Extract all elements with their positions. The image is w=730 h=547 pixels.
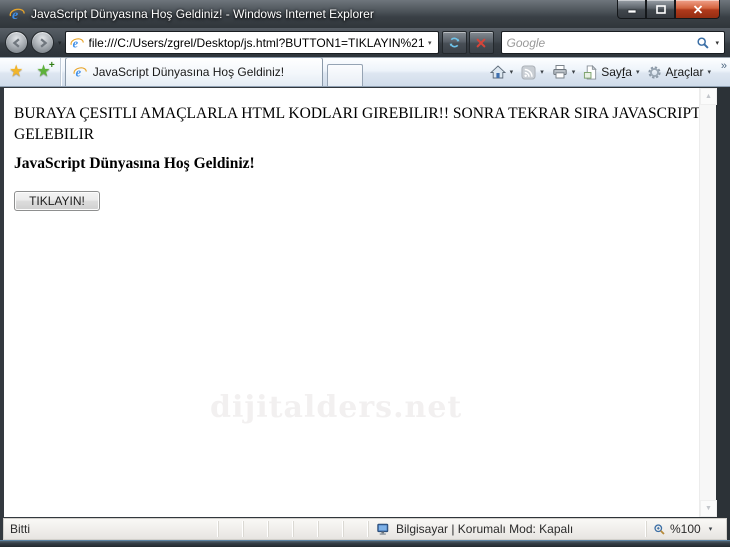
stop-button[interactable] <box>469 31 494 54</box>
tiklayin-button[interactable]: TIKLAYIN! <box>14 191 100 211</box>
search-icon[interactable] <box>696 36 710 50</box>
status-segment <box>218 521 243 537</box>
status-segment <box>243 521 268 537</box>
favorites-area: ★ ★ + <box>0 58 61 86</box>
status-bar: Bitti Bilgisayar | Korumalı Mod: Kapalı … <box>3 518 727 540</box>
scroll-down-arrow-icon[interactable]: ▼ <box>700 500 717 517</box>
tools-menu-button[interactable]: Araçlar ▾ <box>644 62 714 83</box>
search-input[interactable]: Google <box>507 36 697 50</box>
status-segment <box>268 521 293 537</box>
tools-menu-label: Araçlar <box>665 65 703 79</box>
page-viewport: BURAYA ÇESITLI AMAÇLARLA HTML KODLARI GI… <box>4 88 716 517</box>
tools-menu-dropdown[interactable]: ▾ <box>707 68 711 76</box>
feeds-button[interactable]: ▾ <box>518 62 547 83</box>
page-favicon-ie-icon: e <box>70 36 84 50</box>
refresh-button[interactable] <box>442 31 467 54</box>
status-segment <box>293 521 318 537</box>
navigation-bar: ▾ e file:///C:/Users/zgrel/Desktop/js.ht… <box>0 28 730 57</box>
scroll-up-arrow-icon[interactable]: ▲ <box>700 88 717 105</box>
recent-pages-dropdown[interactable]: ▾ <box>58 39 62 47</box>
security-zone-text: Bilgisayar | Korumalı Mod: Kapalı <box>396 522 573 536</box>
new-tab-button[interactable] <box>327 64 363 86</box>
refresh-icon <box>448 36 461 49</box>
status-text: Bitti <box>4 522 218 536</box>
address-bar[interactable]: e file:///C:/Users/zgrel/Desktop/js.html… <box>65 31 439 54</box>
plus-icon: + <box>49 60 55 71</box>
home-button[interactable]: ▾ <box>487 61 517 83</box>
stop-x-icon <box>475 37 487 49</box>
search-box[interactable]: Google ▾ <box>501 31 725 54</box>
watermark-text: dijitalders.net <box>210 390 462 425</box>
close-button[interactable] <box>675 0 720 19</box>
address-input[interactable]: file:///C:/Users/zgrel/Desktop/js.html?B… <box>89 36 426 50</box>
feeds-dropdown[interactable]: ▾ <box>540 68 544 76</box>
add-favorite-button[interactable]: ★ + <box>36 64 50 80</box>
page-menu-label: Sayfa <box>601 65 632 79</box>
status-segment <box>343 521 368 537</box>
security-zone: Bilgisayar | Korumalı Mod: Kapalı <box>368 521 646 537</box>
tab-title: JavaScript Dünyasına Hoş Geldiniz! <box>93 65 284 79</box>
zoom-dropdown[interactable]: ▾ <box>709 525 713 533</box>
gear-icon <box>647 65 662 80</box>
minimize-button[interactable] <box>617 0 646 19</box>
home-icon <box>490 64 506 80</box>
browser-window: e JavaScript Dünyasına Hoş Geldiniz! - W… <box>0 0 730 547</box>
print-dropdown[interactable]: ▾ <box>572 68 576 76</box>
window-bottom-frame <box>0 540 730 547</box>
status-segment <box>318 521 343 537</box>
command-buttons: ▾ ▾ ▾ <box>487 58 730 86</box>
rss-feed-icon <box>521 65 536 80</box>
page-paragraph: BURAYA ÇESITLI AMAÇLARLA HTML KODLARI GI… <box>14 103 714 145</box>
toolbar-overflow-chevron[interactable]: » <box>721 60 727 72</box>
title-bar: e JavaScript Dünyasına Hoş Geldiniz! - W… <box>0 0 730 28</box>
address-dropdown[interactable]: ▾ <box>426 39 434 47</box>
tab-favicon-ie-icon: e <box>73 65 87 79</box>
tab-active[interactable]: e JavaScript Dünyasına Hoş Geldiniz! <box>65 57 323 86</box>
zoom-level-text: %100 <box>670 522 701 536</box>
window-controls <box>617 0 720 19</box>
page-menu-dropdown[interactable]: ▾ <box>636 68 640 76</box>
vertical-scrollbar[interactable]: ▲ ▼ <box>699 88 716 517</box>
page-menu-button[interactable]: Sayfa ▾ <box>580 62 642 83</box>
forward-button[interactable] <box>31 31 54 54</box>
ie-logo-icon: e <box>9 6 25 22</box>
back-arrow-icon <box>11 37 23 49</box>
tab-command-bar: ★ ★ + e JavaScript Dünyasına Hoş Geldini… <box>0 57 730 87</box>
home-dropdown[interactable]: ▾ <box>510 68 514 76</box>
printer-icon <box>552 64 568 80</box>
zoom-magnifier-icon <box>653 523 666 536</box>
back-button[interactable] <box>5 31 28 54</box>
page-heading: JavaScript Dünyasına Hoş Geldiniz! <box>14 155 255 173</box>
favorites-center-button[interactable]: ★ <box>9 64 23 80</box>
page-icon <box>583 65 598 80</box>
window-title: JavaScript Dünyasına Hoş Geldiniz! - Win… <box>31 7 374 21</box>
computer-icon <box>376 522 390 536</box>
search-options-dropdown[interactable]: ▾ <box>715 39 719 47</box>
maximize-button[interactable] <box>646 0 675 19</box>
zoom-control[interactable]: %100 ▾ <box>646 521 726 537</box>
print-button[interactable]: ▾ <box>549 61 579 83</box>
forward-arrow-icon <box>37 37 49 49</box>
